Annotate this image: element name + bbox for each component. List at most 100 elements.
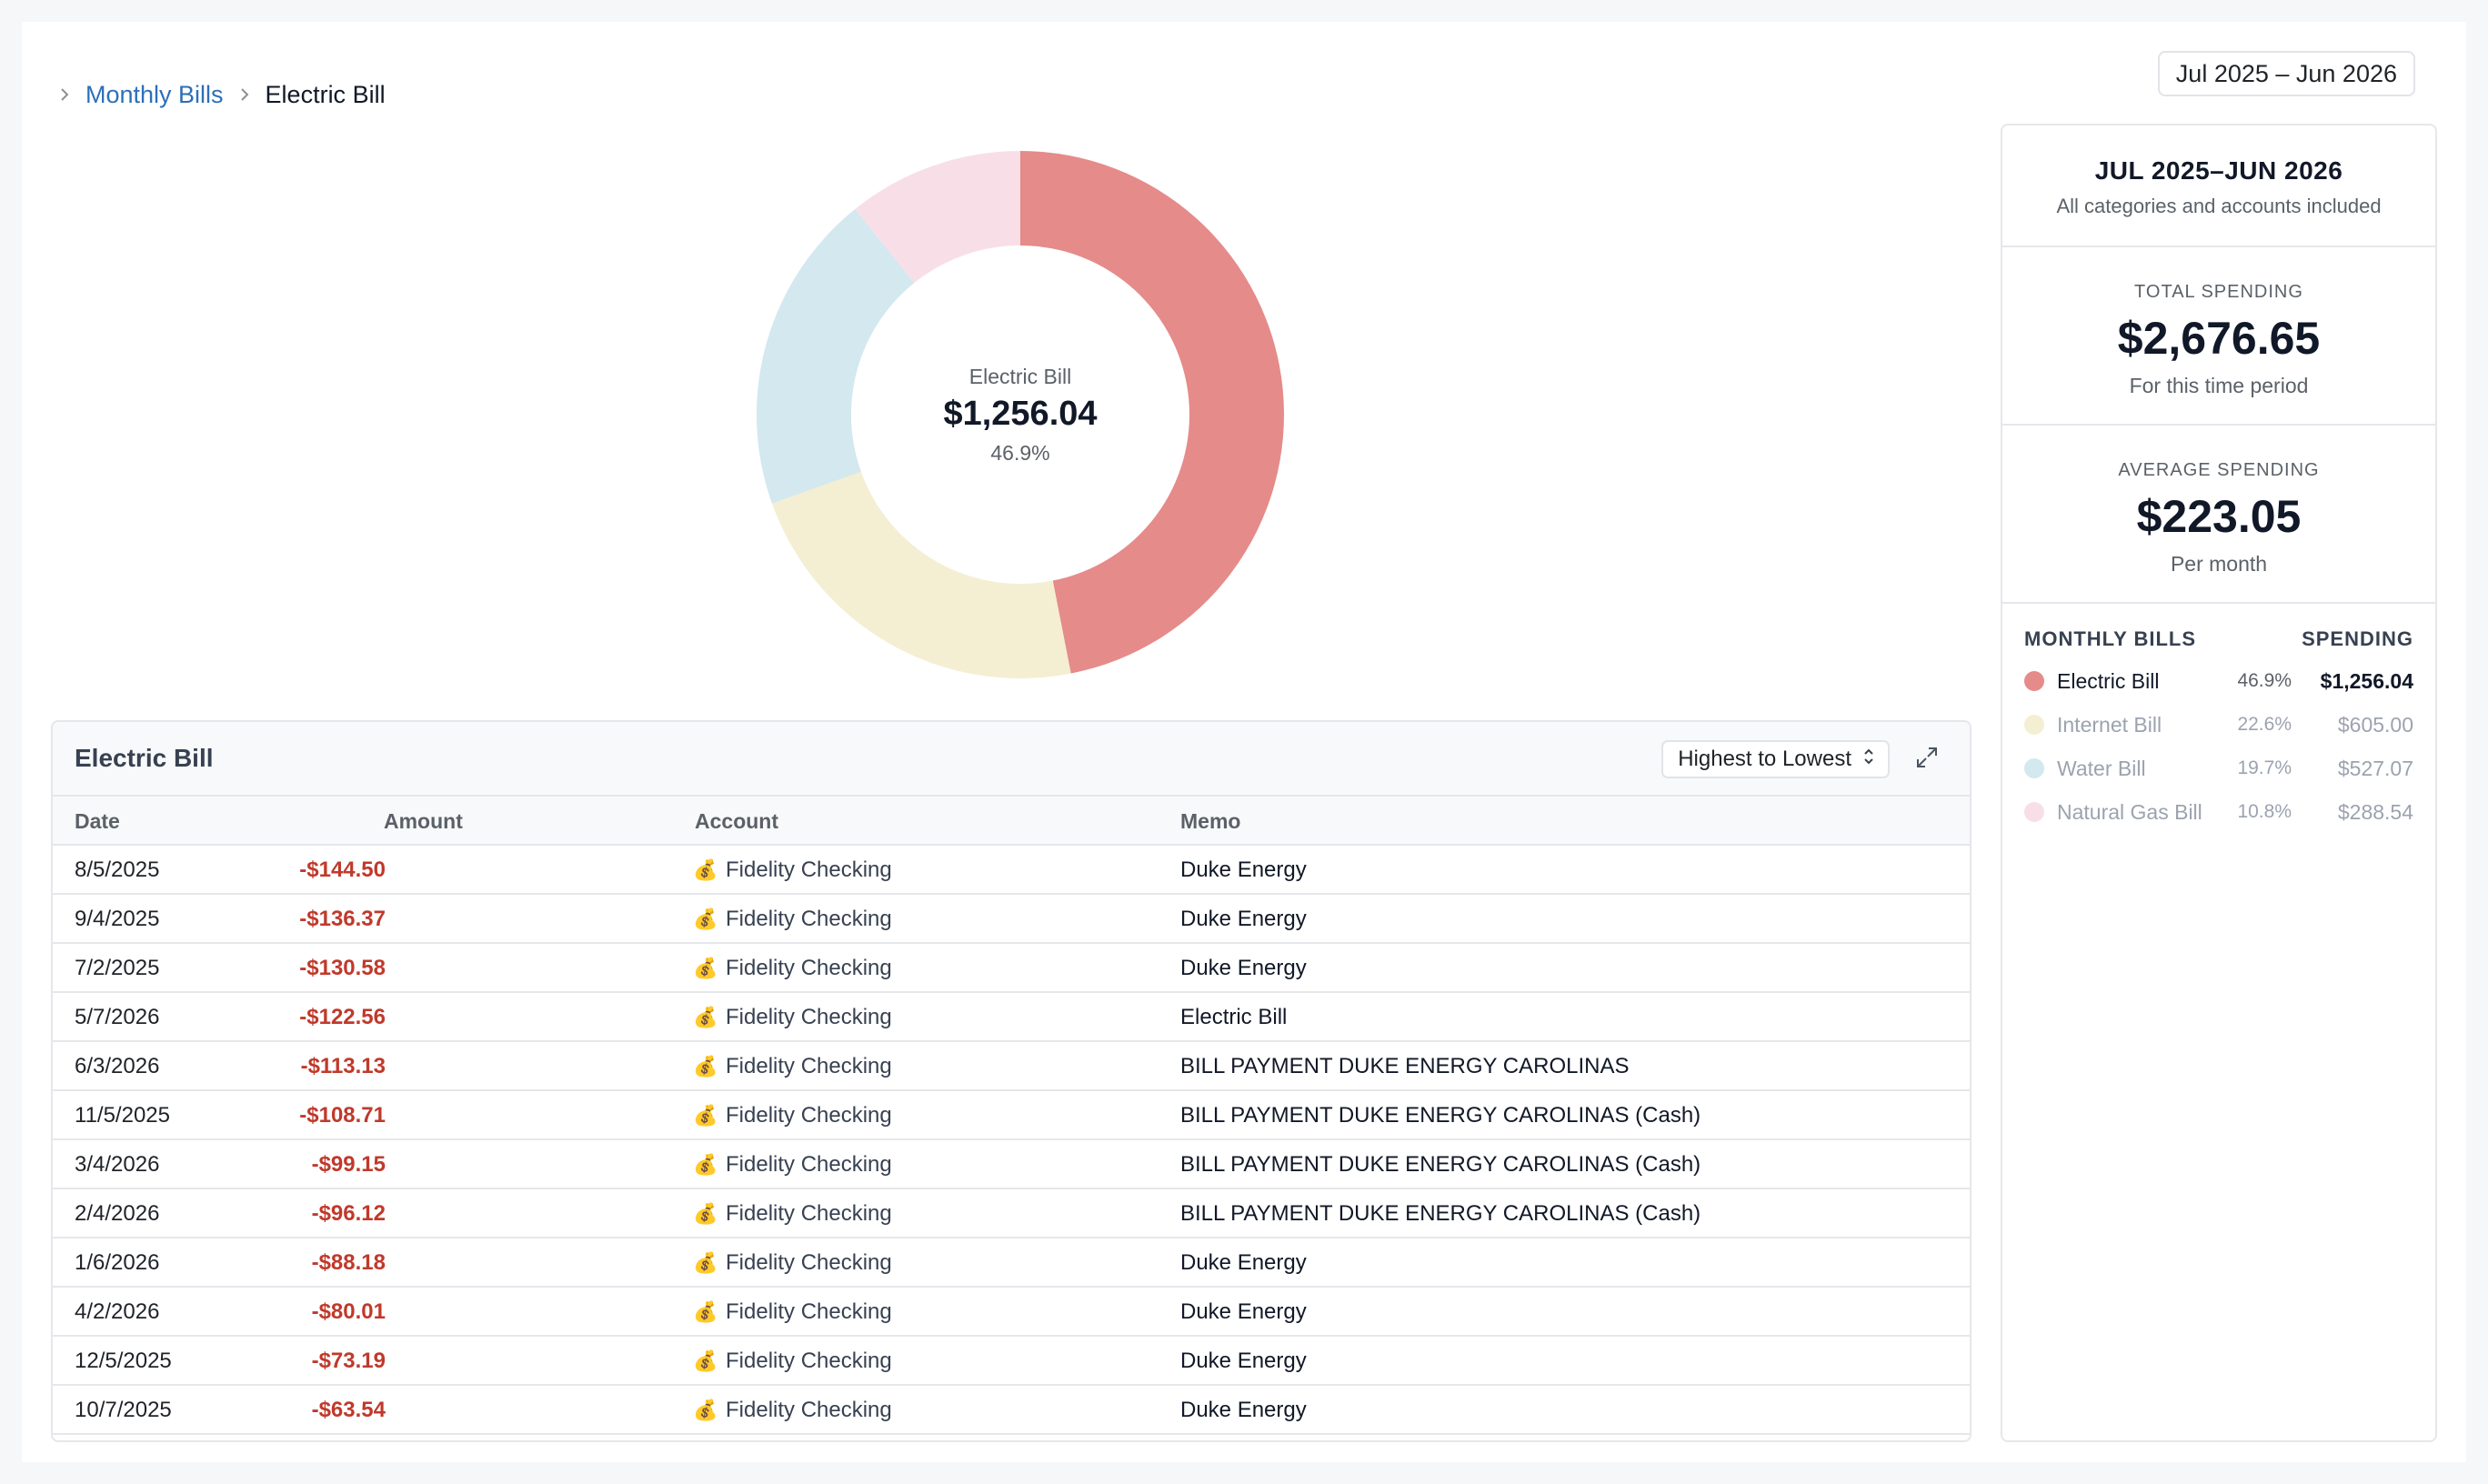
row-date: 3/4/2026 [75, 1152, 160, 1177]
legend-item-percent: 19.7% [2237, 757, 2292, 778]
money-bag-icon: 💰 [693, 1349, 718, 1372]
row-account: 💰 Fidelity Checking [693, 1201, 892, 1227]
row-amount: -$130.58 [299, 956, 386, 980]
table-row[interactable]: 4/2/2026 -$80.01 💰 Fidelity Checking Duke En… [53, 1288, 1970, 1337]
money-bag-icon: 💰 [693, 1399, 718, 1421]
row-memo: Duke Energy [1180, 1349, 1307, 1373]
row-amount: -$108.71 [299, 1103, 386, 1128]
legend-item-percent: 46.9% [2237, 670, 2292, 691]
row-memo: Duke Energy [1180, 857, 1307, 882]
row-memo: BILL PAYMENT DUKE ENERGY CAROLINAS [1180, 1054, 1630, 1078]
row-account-name: Fidelity Checking [726, 1299, 892, 1324]
money-bag-icon: 💰 [693, 1251, 718, 1274]
row-date: 10/7/2025 [75, 1398, 172, 1422]
row-account-name: Fidelity Checking [726, 1005, 892, 1029]
date-range-button[interactable]: Jul 2025 – Jun 2026 [2157, 51, 2415, 96]
row-date: 11/5/2025 [75, 1103, 170, 1128]
chevron-right-icon [236, 86, 253, 103]
legend-item[interactable]: Water Bill 19.7% $527.07 [2002, 746, 2435, 789]
row-amount: -$63.54 [311, 1398, 386, 1422]
money-bag-icon: 💰 [693, 907, 718, 930]
legend-color-dot [2024, 758, 2044, 778]
period-title: JUL 2025–JUN 2026 [2094, 156, 2343, 185]
money-bag-icon: 💰 [693, 1104, 718, 1127]
column-header-amount[interactable]: Amount [384, 809, 463, 834]
legend-color-dot [2024, 802, 2044, 822]
donut-segment-internet-bill[interactable] [771, 471, 1071, 678]
row-account-name: Fidelity Checking [726, 857, 892, 882]
column-header-account[interactable]: Account [695, 809, 778, 834]
row-account-name: Fidelity Checking [726, 1201, 892, 1226]
summary-sidebar: JUL 2025–JUN 2026 All categories and acc… [2001, 124, 2437, 1442]
row-account-name: Fidelity Checking [726, 1152, 892, 1177]
legend-item[interactable]: Natural Gas Bill 10.8% $288.54 [2002, 789, 2435, 833]
row-account: 💰 Fidelity Checking [693, 1005, 892, 1030]
table-row[interactable]: 2/4/2026 -$96.12 💰 Fidelity Checking BILL PA… [53, 1189, 1970, 1238]
column-header-memo[interactable]: Memo [1180, 809, 1240, 834]
table-row[interactable]: 12/5/2025 -$73.19 💰 Fidelity Checking Duke E… [53, 1337, 1970, 1386]
row-memo: Electric Bill [1180, 1005, 1288, 1029]
legend-item-amount: $605.00 [2337, 713, 2413, 737]
donut-segment-electric-bill[interactable] [1020, 151, 1284, 674]
breadcrumb-link-monthly-bills[interactable]: Monthly Bills [85, 81, 224, 109]
legend-item[interactable]: Internet Bill 22.6% $605.00 [2002, 702, 2435, 746]
row-date: 2/4/2026 [75, 1201, 160, 1226]
row-account: 💰 Fidelity Checking [693, 956, 892, 981]
row-memo: BILL PAYMENT DUKE ENERGY CAROLINAS (Cash… [1180, 1201, 1701, 1226]
average-spending-label: AVERAGE SPENDING [2118, 460, 2320, 480]
legend-item-percent: 22.6% [2237, 714, 2292, 735]
table-row[interactable]: 1/6/2026 -$88.18 💰 Fidelity Checking Duke En… [53, 1238, 1970, 1288]
table-row[interactable]: 10/7/2025 -$63.54 💰 Fidelity Checking Duke E… [53, 1386, 1970, 1435]
total-spending-sub: For this time period [2129, 374, 2309, 397]
table-row[interactable]: 9/4/2025 -$136.37 💰 Fidelity Checking Duke E… [53, 895, 1970, 944]
average-spending-sub: Per month [2170, 552, 2268, 576]
table-row[interactable]: 6/3/2026 -$113.13 💰 Fidelity Checking BILL P… [53, 1042, 1970, 1091]
row-account: 💰 Fidelity Checking [693, 1103, 892, 1128]
table-row[interactable]: 3/4/2026 -$99.15 💰 Fidelity Checking BILL PA… [53, 1140, 1970, 1189]
row-date: 7/2/2025 [75, 956, 160, 980]
row-amount: -$80.01 [311, 1299, 386, 1324]
legend-color-dot [2024, 671, 2044, 691]
donut-chart: Electric Bill $1,256.04 46.9% [757, 151, 1284, 678]
total-spending-section: TOTAL SPENDING $2,676.65 For this time p… [2002, 247, 2435, 426]
row-amount: -$144.50 [299, 857, 386, 882]
expand-icon [1915, 746, 1939, 774]
table-row[interactable]: 7/2/2025 -$130.58 💰 Fidelity Checking Duke E… [53, 944, 1970, 993]
legend-item-name: Water Bill [2057, 757, 2146, 780]
table-body: 8/5/2025 -$144.50 💰 Fidelity Checking Duke E… [53, 846, 1970, 1435]
money-bag-icon: 💰 [693, 1055, 718, 1078]
row-account: 💰 Fidelity Checking [693, 1152, 892, 1178]
row-amount: -$99.15 [311, 1152, 386, 1177]
legend-item-amount: $527.07 [2337, 757, 2413, 780]
app-window: Monthly Bills Electric Bill Jul 2025 – J… [22, 22, 2466, 1462]
row-account: 💰 Fidelity Checking [693, 907, 892, 932]
table-header: Date Amount Account Memo [53, 797, 1970, 846]
panel-header: Electric Bill Highest to Lowest [53, 722, 1970, 797]
total-spending-label: TOTAL SPENDING [2134, 282, 2303, 302]
panel-title: Electric Bill [75, 744, 214, 772]
sort-select[interactable]: Highest to Lowest [1661, 740, 1890, 778]
row-amount: -$136.37 [299, 907, 386, 931]
sort-select-label: Highest to Lowest [1678, 747, 1851, 771]
row-memo: Duke Energy [1180, 956, 1307, 980]
row-memo: BILL PAYMENT DUKE ENERGY CAROLINAS (Cash… [1180, 1152, 1701, 1177]
row-amount: -$88.18 [311, 1250, 386, 1275]
legend-item[interactable]: Electric Bill 46.9% $1,256.04 [2002, 658, 2435, 702]
chevron-up-down-icon [1862, 747, 1875, 773]
row-date: 6/3/2026 [75, 1054, 160, 1078]
expand-button[interactable] [1911, 744, 1942, 775]
table-row[interactable]: 8/5/2025 -$144.50 💰 Fidelity Checking Duke E… [53, 846, 1970, 895]
row-amount: -$122.56 [299, 1005, 386, 1029]
money-bag-icon: 💰 [693, 858, 718, 881]
row-date: 4/2/2026 [75, 1299, 160, 1324]
chevron-right-icon [56, 86, 73, 103]
table-row[interactable]: 5/7/2026 -$122.56 💰 Fidelity Checking Electr… [53, 993, 1970, 1042]
period-subtitle: All categories and accounts included [2056, 195, 2382, 217]
breadcrumb: Monthly Bills Electric Bill [56, 75, 386, 115]
table-row[interactable]: 11/5/2025 -$108.71 💰 Fidelity Checking BILL … [53, 1091, 1970, 1140]
row-account: 💰 Fidelity Checking [693, 857, 892, 883]
row-amount: -$113.13 [300, 1054, 386, 1078]
row-date: 12/5/2025 [75, 1349, 172, 1373]
row-memo: Duke Energy [1180, 907, 1307, 931]
column-header-date[interactable]: Date [75, 809, 120, 834]
